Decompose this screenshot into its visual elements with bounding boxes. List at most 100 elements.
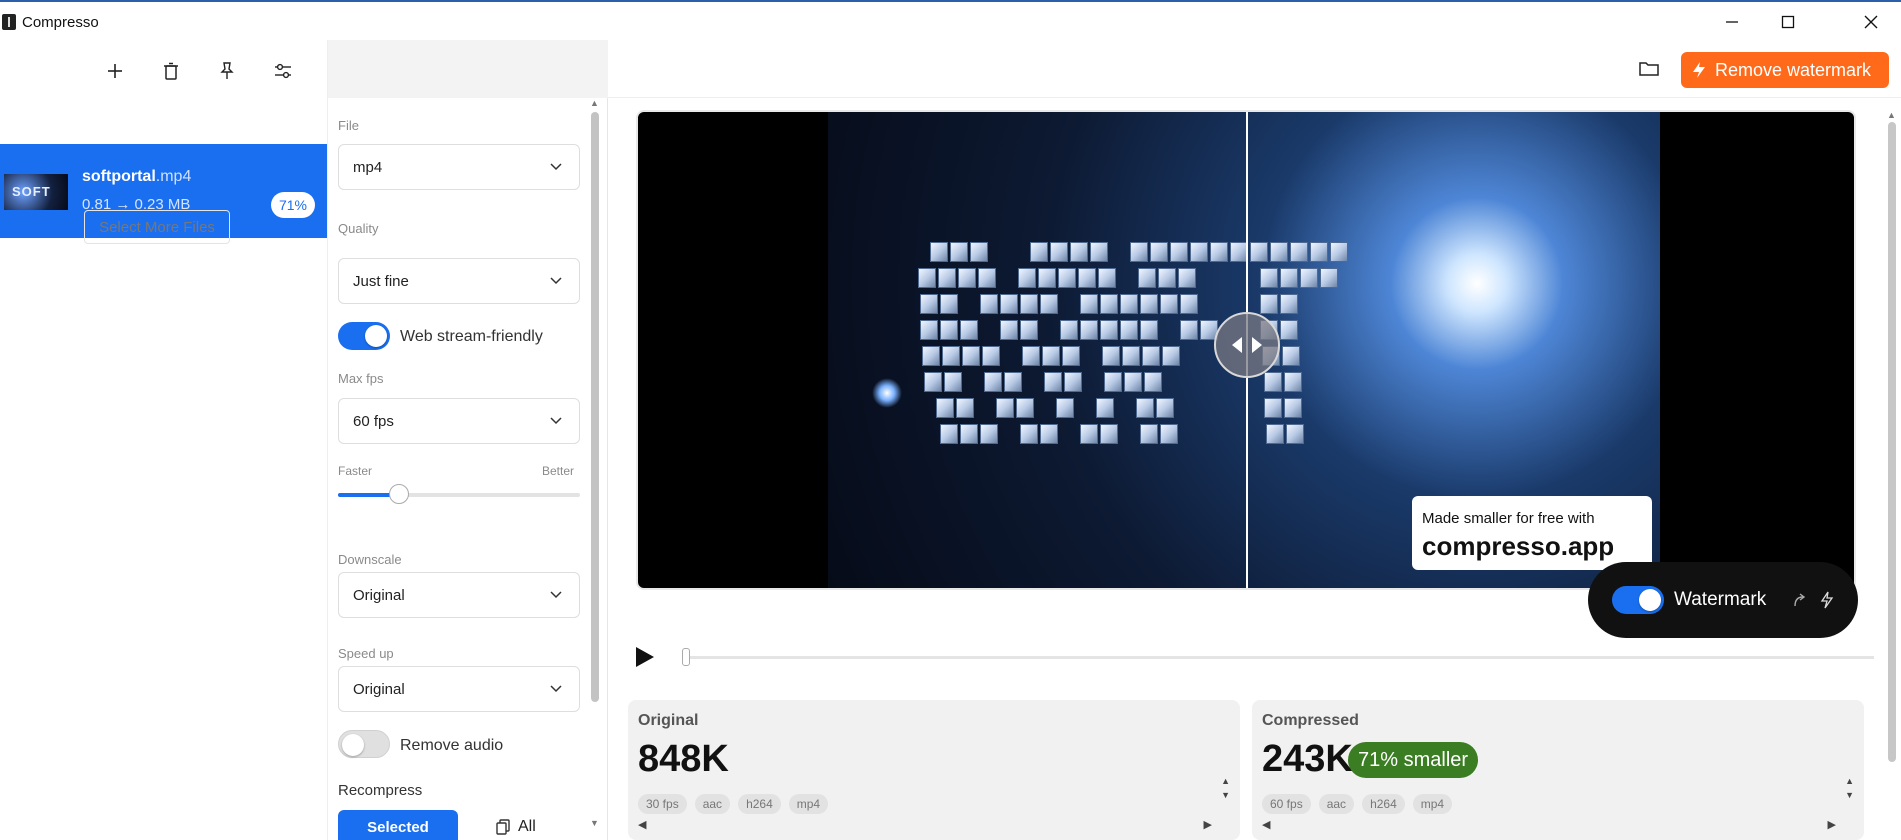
close-button[interactable]: [1843, 4, 1899, 40]
playback-progress-track[interactable]: [684, 656, 1874, 659]
max-fps-select[interactable]: 60 fps: [338, 398, 580, 444]
scroll-down-icon[interactable]: ▼: [590, 818, 599, 828]
tag-audio-codec: aac: [694, 794, 731, 814]
scroll-right-icon[interactable]: ▶: [1828, 818, 1836, 831]
logo-block: [1124, 372, 1142, 392]
recompress-all-label: All: [518, 818, 536, 835]
scrollbar-thumb[interactable]: [591, 112, 599, 702]
logo-block: [1280, 320, 1298, 340]
maximize-button[interactable]: [1760, 4, 1816, 40]
max-fps-label: Max fps: [338, 371, 384, 386]
logo-block: [1040, 294, 1058, 314]
recompress-label: Recompress: [338, 782, 423, 799]
share-icon[interactable]: [1792, 592, 1808, 608]
speed-quality-slider[interactable]: [338, 484, 580, 504]
logo-block: [1260, 268, 1278, 288]
tag-container: mp4: [788, 794, 829, 814]
speed-up-select[interactable]: Original: [338, 666, 580, 712]
logo-block: [1264, 398, 1282, 418]
add-file-button[interactable]: [100, 56, 130, 86]
logo-block: [1096, 398, 1114, 418]
logo-block: [920, 320, 938, 340]
logo-block: [1142, 346, 1160, 366]
logo-block: [1264, 372, 1282, 392]
logo-block: [1018, 268, 1036, 288]
file-name: softportal.mp4: [82, 168, 191, 186]
minimize-icon: [1726, 21, 1738, 23]
original-hscroll[interactable]: ◀ ▶: [638, 818, 1212, 832]
compressed-title: Compressed: [1262, 712, 1359, 729]
file-basename: softportal: [82, 168, 156, 185]
pin-button[interactable]: [212, 56, 242, 86]
downscale-select[interactable]: Original: [338, 572, 580, 618]
logo-block: [1180, 294, 1198, 314]
logo-block: [1042, 346, 1060, 366]
logo-block: [1004, 372, 1022, 392]
compare-slider-handle[interactable]: [1214, 312, 1280, 378]
scroll-right-icon[interactable]: ▶: [1204, 818, 1212, 831]
select-more-files-button[interactable]: Select More Files: [84, 210, 230, 244]
maximize-icon: [1781, 15, 1795, 29]
watermark-control: Watermark: [1588, 562, 1858, 638]
logo-block: [930, 242, 948, 262]
delete-button[interactable]: [156, 56, 186, 86]
logo-block: [950, 242, 968, 262]
preview-area: Remove watermark Made smaller for free w…: [608, 40, 1901, 840]
logo-block: [940, 294, 958, 314]
open-folder-button[interactable]: [1638, 58, 1664, 82]
chevron-down-icon: [550, 277, 562, 285]
logo-block: [1180, 320, 1198, 340]
preview-scrollbar[interactable]: ▲: [1886, 110, 1898, 810]
scroll-left-icon[interactable]: ◀: [638, 818, 646, 831]
settings-sliders-button[interactable]: [268, 56, 298, 86]
logo-block: [1064, 372, 1082, 392]
logo-block: [924, 372, 942, 392]
file-format-select[interactable]: mp4: [338, 144, 580, 190]
scroll-up-icon[interactable]: ▲: [1887, 110, 1896, 120]
logo-block: [1270, 242, 1288, 262]
recompress-all-button[interactable]: All: [496, 818, 536, 836]
logo-block: [942, 346, 960, 366]
lens-flare: [872, 378, 902, 408]
scrollbar-thumb[interactable]: [1888, 122, 1896, 762]
web-stream-toggle[interactable]: [338, 322, 390, 350]
logo-block: [1160, 424, 1178, 444]
card-spinner[interactable]: ▲ ▼: [1845, 774, 1854, 802]
logo-block: [1266, 424, 1284, 444]
lightning-icon: [1693, 62, 1705, 78]
minimize-button[interactable]: [1704, 4, 1760, 40]
play-icon[interactable]: [634, 646, 656, 668]
slider-handle[interactable]: [388, 484, 409, 504]
speed-up-label: Speed up: [338, 646, 394, 661]
tag-container: mp4: [1412, 794, 1453, 814]
card-spinner[interactable]: ▲ ▼: [1221, 774, 1230, 802]
quality-select[interactable]: Just fine: [338, 258, 580, 304]
logo-block: [960, 424, 978, 444]
logo-block: [920, 294, 938, 314]
scroll-up-icon[interactable]: ▲: [590, 98, 599, 108]
compressed-size: 243K: [1262, 738, 1353, 780]
scroll-left-icon[interactable]: ◀: [1262, 818, 1270, 831]
video-player[interactable]: Made smaller for free with compresso.app: [636, 110, 1856, 590]
watermark-toggle[interactable]: [1612, 586, 1664, 614]
watermark-overlay: Made smaller for free with compresso.app: [1412, 496, 1652, 570]
logo-block: [984, 372, 1002, 392]
tag-fps: 60 fps: [1262, 794, 1311, 814]
settings-panel: File mp4 Quality Just fine Web stream-fr…: [327, 40, 609, 840]
chevron-down-icon: [550, 685, 562, 693]
recompress-selected-button[interactable]: Selected: [338, 810, 458, 840]
logo-block: [1156, 398, 1174, 418]
remove-audio-toggle[interactable]: [338, 730, 390, 758]
logo-block: [1122, 346, 1140, 366]
lightning-icon[interactable]: [1820, 591, 1834, 609]
playback-progress-handle[interactable]: [682, 648, 690, 666]
remove-watermark-button[interactable]: Remove watermark: [1681, 52, 1889, 88]
compressed-hscroll[interactable]: ◀ ▶: [1262, 818, 1836, 832]
downscale-label: Downscale: [338, 552, 402, 567]
file-format-label: File: [338, 118, 359, 133]
settings-scrollbar[interactable]: ▲ ▼: [589, 98, 601, 838]
window-title: Compresso: [22, 14, 99, 31]
logo-block: [1000, 294, 1018, 314]
logo-block: [940, 424, 958, 444]
quality-value: Just fine: [353, 272, 409, 290]
